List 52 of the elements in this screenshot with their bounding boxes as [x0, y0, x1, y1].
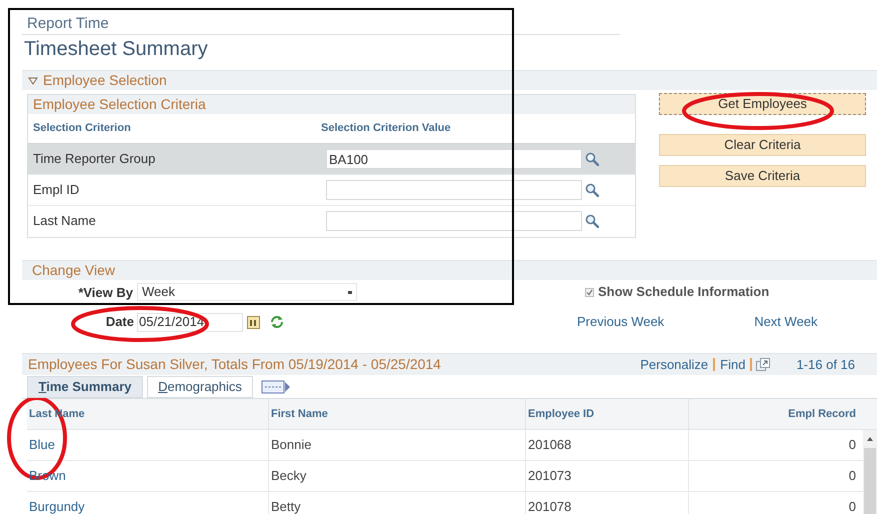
criterion-label: Time Reporter Group — [32, 150, 156, 168]
caret-icon — [348, 290, 352, 294]
link[interactable]: Next Week — [754, 312, 818, 332]
link[interactable]: Previous Week — [577, 312, 664, 332]
table-cell-text: 201068 — [528, 436, 572, 454]
collapse-triangle-icon[interactable] — [28, 76, 38, 84]
column-header: First Name — [271, 406, 328, 422]
criteria-row[interactable]: Time Reporter Group BA100 — [28, 143, 635, 174]
button[interactable]: Save Criteria — [659, 165, 866, 187]
dropdown[interactable]: Week — [137, 283, 357, 301]
input-field[interactable]: BA100 — [326, 149, 582, 169]
link[interactable]: Blue — [29, 435, 56, 455]
input-field[interactable] — [326, 211, 582, 231]
column-header: Employee ID — [528, 406, 594, 422]
table-cell-text: Betty — [271, 498, 301, 514]
search-icon[interactable] — [585, 214, 599, 228]
refresh-icon[interactable] — [270, 315, 284, 329]
tab[interactable]: Demographics — [147, 376, 253, 398]
tab[interactable]: Time Summary — [27, 376, 143, 398]
checkbox[interactable] — [585, 288, 594, 296]
section-title: Employee Selection — [43, 71, 167, 90]
criterion-label: Empl ID — [32, 181, 80, 200]
scrollbar[interactable] — [863, 430, 877, 514]
table-cell-text: Bonnie — [271, 436, 312, 454]
column-header: Selection Criterion Value — [321, 121, 451, 136]
button[interactable]: Clear Criteria — [659, 134, 866, 156]
criterion-label: Last Name — [32, 212, 97, 230]
search-icon[interactable] — [585, 152, 599, 166]
table-cell-text: Becky — [271, 467, 306, 486]
input-field[interactable] — [326, 180, 582, 200]
field-label: *View By — [77, 284, 133, 300]
table-cell-text: 201078 — [528, 498, 572, 514]
new-window-icon[interactable] — [750, 358, 770, 371]
search-icon[interactable] — [585, 183, 599, 197]
date-field[interactable]: 05/21/2014 — [137, 312, 243, 332]
field-label: Date — [104, 313, 134, 332]
checkbox-label: Show Schedule Information — [598, 283, 770, 302]
link[interactable]: Personalize — [640, 358, 708, 371]
table-cell-text: 0 — [848, 436, 856, 454]
table-cell-text: 0 — [848, 467, 856, 486]
record-count: 1-16 of 16 — [796, 356, 855, 374]
column-header: Empl Record — [788, 406, 856, 422]
section-title: Change View — [22, 260, 877, 280]
breadcrumb: Report Time — [22, 14, 620, 35]
link[interactable]: Burgundy — [29, 497, 85, 514]
column-header: Selection Criterion — [32, 121, 132, 136]
table-cell-text: 0 — [848, 498, 856, 514]
table-cell-text: 201073 — [528, 467, 572, 486]
link[interactable]: Find — [713, 358, 746, 371]
panel-title: Employee Selection Criteria — [28, 95, 635, 114]
page-title: Timesheet Summary — [23, 37, 209, 62]
grid-title: Employees For Susan Silver, Totals From 05/19/2014 - 05/25/2014 — [28, 355, 441, 374]
